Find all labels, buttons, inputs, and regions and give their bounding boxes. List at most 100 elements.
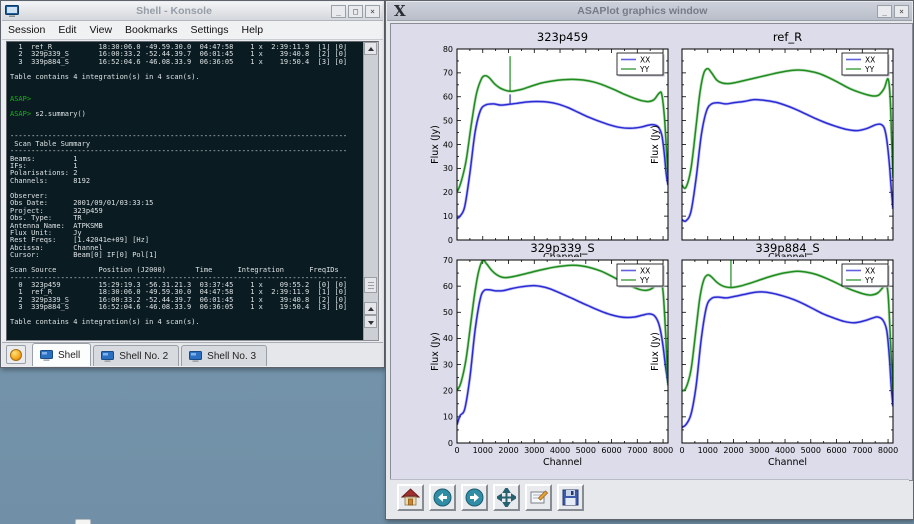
save-button[interactable]: [557, 484, 584, 511]
pan-button[interactable]: [493, 484, 520, 511]
svg-text:Flux (Jy): Flux (Jy): [650, 332, 661, 371]
configure-icon: [529, 488, 548, 507]
home-button[interactable]: [397, 484, 424, 511]
charts-svg: 01020304050607080ChannelFlux (Jy)323p459…: [391, 24, 912, 480]
svg-text:8000: 8000: [878, 446, 898, 455]
tab-shell[interactable]: Shell: [32, 343, 91, 366]
svg-text:YY: YY: [864, 65, 875, 74]
menu-item-view[interactable]: View: [89, 24, 112, 36]
konsole-titlebar[interactable]: Shell - Konsole _ □ ×: [2, 2, 383, 21]
maximize-button[interactable]: □: [348, 5, 363, 18]
tab-label: Shell: [58, 350, 80, 361]
terminal-scrollbar[interactable]: [363, 42, 378, 340]
svg-text:1000: 1000: [698, 446, 718, 455]
svg-text:6000: 6000: [601, 446, 621, 455]
tab-shell-no-3[interactable]: Shell No. 3: [181, 345, 267, 366]
scrollbar-thumb[interactable]: [364, 277, 377, 293]
configure-button[interactable]: [525, 484, 552, 511]
scroll-up-button-2[interactable]: [364, 302, 377, 315]
scroll-up-button[interactable]: [364, 42, 377, 55]
svg-text:Channel: Channel: [768, 457, 807, 468]
svg-text:6000: 6000: [826, 446, 846, 455]
terminal-line: ASAP>: [10, 96, 362, 103]
terminal-line: Table contains 4 integration(s) in 4 sca…: [10, 74, 362, 81]
back-button[interactable]: [429, 484, 456, 511]
arrow-down-icon: [368, 321, 374, 325]
menu-item-bookmarks[interactable]: Bookmarks: [125, 24, 178, 36]
new-session-button[interactable]: [6, 345, 26, 364]
svg-text:3000: 3000: [524, 446, 544, 455]
pan-icon: [497, 488, 516, 507]
minimize-button[interactable]: _: [331, 5, 346, 18]
plot-minimize-button[interactable]: _: [877, 5, 892, 18]
desktop: Shell - Konsole _ □ × Session Edit View Boo…: [0, 0, 914, 524]
svg-text:323p459: 323p459: [537, 30, 588, 44]
svg-text:XX: XX: [640, 55, 650, 64]
svg-text:Flux (Jy): Flux (Jy): [650, 125, 661, 164]
tab-shell-no-2[interactable]: Shell No. 2: [93, 345, 179, 366]
terminal[interactable]: 1 ref_R 18:30:06.0 -49.59.30.0 04:47:58 …: [6, 41, 379, 341]
menu-item-help[interactable]: Help: [242, 24, 264, 36]
plot-close-button[interactable]: ×: [894, 5, 909, 18]
svg-text:60: 60: [443, 93, 453, 102]
session-ball-icon: [10, 349, 22, 361]
terminal-line: Cursor: Beam[0] IF[0] Pol[1]: [10, 252, 362, 259]
svg-text:Flux (Jy): Flux (Jy): [430, 332, 441, 371]
shell-icon: [189, 351, 202, 362]
menu-item-settings[interactable]: Settings: [191, 24, 229, 36]
svg-text:ref_R: ref_R: [773, 30, 802, 44]
svg-text:2000: 2000: [498, 446, 518, 455]
menu-item-session[interactable]: Session: [8, 24, 45, 36]
svg-text:1000: 1000: [473, 446, 493, 455]
x11-app-icon: X: [394, 4, 406, 19]
terminal-output: 1 ref_R 18:30:06.0 -49.59.30.0 04:47:58 …: [10, 44, 362, 338]
terminal-line: [10, 334, 362, 338]
arrow-up-icon: [368, 47, 374, 51]
konsole-app-icon: [5, 5, 19, 17]
asaplot-window: X ASAPlot graphics window _ × 0102030405…: [385, 0, 914, 520]
asaplot-window-title: ASAPlot graphics window: [410, 5, 875, 17]
svg-text:YY: YY: [864, 276, 875, 285]
svg-text:0: 0: [448, 439, 453, 448]
terminal-line: 3 339p884_S 16:52:04.6 -46.08.33.9 06:36…: [10, 59, 362, 66]
svg-text:5000: 5000: [576, 446, 596, 455]
svg-text:30: 30: [443, 164, 453, 173]
svg-text:20: 20: [443, 188, 453, 197]
svg-text:8000: 8000: [653, 446, 673, 455]
svg-text:Channel: Channel: [543, 457, 582, 468]
svg-text:50: 50: [443, 308, 453, 317]
svg-text:329p339_S: 329p339_S: [530, 241, 594, 255]
svg-text:XX: XX: [865, 55, 875, 64]
svg-text:4000: 4000: [775, 446, 795, 455]
svg-text:4000: 4000: [550, 446, 570, 455]
svg-text:3000: 3000: [749, 446, 769, 455]
svg-text:5000: 5000: [801, 446, 821, 455]
svg-text:339p884_S: 339p884_S: [755, 241, 819, 255]
svg-text:Flux (Jy): Flux (Jy): [430, 125, 441, 164]
svg-text:0: 0: [679, 446, 684, 455]
konsole-tabbar: Shell Shell No. 2 Shell No. 3: [2, 342, 383, 366]
asaplot-titlebar[interactable]: X ASAPlot graphics window _ ×: [387, 2, 912, 21]
tab-label: Shell No. 3: [207, 351, 256, 362]
subplot-323p459: 01020304050607080ChannelFlux (Jy)323p459…: [430, 30, 668, 263]
save-icon: [561, 488, 580, 507]
close-button[interactable]: ×: [365, 5, 380, 18]
terminal-line: Table contains 4 integration(s) in 4 sca…: [10, 319, 362, 326]
konsole-window: Shell - Konsole _ □ × Session Edit View Boo…: [0, 0, 385, 368]
subplot-339p884_S: 010002000300040005000600070008000Channel…: [650, 241, 898, 468]
svg-text:0: 0: [454, 446, 459, 455]
svg-text:XX: XX: [640, 266, 650, 275]
svg-text:20: 20: [443, 387, 453, 396]
subplot-ref_R: ChannelFlux (Jy)ref_RXXYY: [650, 30, 893, 263]
konsole-window-title: Shell - Konsole: [19, 5, 329, 17]
arrow-up-icon: [368, 307, 374, 311]
svg-text:7000: 7000: [852, 446, 872, 455]
menu-item-edit[interactable]: Edit: [58, 24, 76, 36]
svg-text:70: 70: [443, 69, 453, 78]
subplot-329p339_S: 0102030405060700100020003000400050006000…: [430, 241, 673, 468]
scroll-down-button[interactable]: [364, 315, 377, 328]
terminal-line: [10, 81, 362, 88]
forward-button[interactable]: [461, 484, 488, 511]
svg-text:XX: XX: [865, 266, 875, 275]
svg-text:40: 40: [443, 140, 453, 149]
